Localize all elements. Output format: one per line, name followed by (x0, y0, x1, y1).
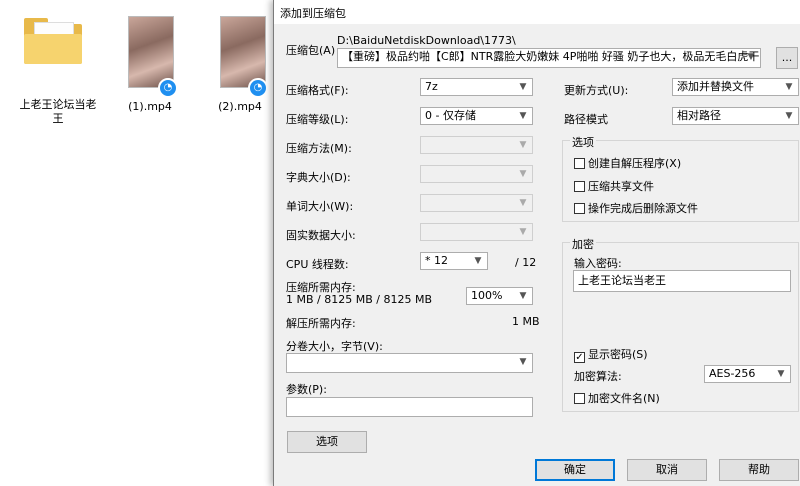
format-value: 7z (425, 80, 438, 93)
solid-label: 固实数据大小: (286, 229, 356, 242)
shared-files-checkbox[interactable]: 压缩共享文件 (574, 178, 654, 194)
password-value: 上老王论坛当老王 (578, 274, 666, 287)
mem-percent-value: 100% (471, 289, 503, 302)
decomp-value: 1 MB (512, 315, 540, 328)
chevron-down-icon: ▼ (519, 111, 527, 121)
sfx-checkbox[interactable]: 创建自解压程序(X) (574, 155, 681, 171)
chevron-down-icon: ▼ (519, 169, 527, 179)
encrypt-names-checkbox[interactable]: 加密文件名(N) (574, 390, 660, 406)
word-label: 单词大小(W): (286, 200, 354, 213)
chevron-down-icon: ▼ (519, 82, 527, 92)
split-label: 分卷大小，字节(V): (286, 340, 383, 353)
archive-name-combo[interactable]: 【重磅】极品约啪【C郎】NTR露脸大奶嫩妹 4P啪啪 好骚 奶子也大，极品无毛白… (337, 48, 761, 68)
encryption-group-title: 加密 (570, 236, 596, 252)
chevron-down-icon: ▼ (785, 111, 793, 121)
encrypt-names-label: 加密文件名(N) (588, 392, 660, 405)
chevron-down-icon: ▼ (474, 256, 482, 266)
archive-name-value: 【重磅】极品约啪【C郎】NTR露脸大奶嫩妹 4P啪啪 好骚 奶子也大，极品无毛白… (342, 50, 761, 63)
chevron-down-icon: ▼ (785, 82, 793, 92)
archive-label: 压缩包(A) (286, 44, 336, 57)
chevron-down-icon: ▼ (777, 369, 785, 379)
path-mode-label: 路径模式 (564, 113, 608, 126)
update-select[interactable]: 添加并替换文件 ▼ (672, 78, 799, 96)
desktop-video-2[interactable]: ◔ (2).mp4 (210, 14, 270, 114)
level-label: 压缩等级(L): (286, 113, 349, 126)
show-password-label: 显示密码(S) (588, 348, 648, 361)
solid-select: ▼ (420, 223, 533, 241)
algo-value: AES-256 (709, 367, 756, 380)
folder-icon (24, 16, 82, 64)
password-input[interactable]: 上老王论坛当老王 (573, 270, 791, 292)
check-icon: ✓ (574, 352, 585, 363)
delete-source-checkbox[interactable]: 操作完成后删除源文件 (574, 200, 698, 216)
algo-label: 加密算法: (574, 370, 622, 383)
params-label: 参数(P): (286, 383, 327, 396)
params-input[interactable] (286, 397, 533, 417)
player-badge-icon: ◔ (158, 78, 178, 98)
method-select: ▼ (420, 136, 533, 154)
checkbox-box (574, 158, 585, 169)
video-label: (2).mp4 (218, 100, 262, 113)
dialog-titlebar[interactable]: 添加到压缩包 (274, 0, 800, 24)
dialog-title: 添加到压缩包 (280, 7, 346, 20)
password-label: 输入密码: (574, 257, 622, 270)
cpu-value: * 12 (425, 254, 448, 267)
video-label: (1).mp4 (128, 100, 172, 113)
mem-values: 1 MB / 8125 MB / 8125 MB (286, 293, 432, 306)
cancel-button[interactable]: 取消 (627, 459, 707, 481)
update-value: 添加并替换文件 (677, 80, 754, 93)
delete-source-label: 操作完成后删除源文件 (588, 202, 698, 215)
word-select: ▼ (420, 194, 533, 212)
decomp-label: 解压所需内存: (286, 317, 356, 330)
help-button[interactable]: 帮助 (719, 459, 799, 481)
cpu-total: / 12 (515, 256, 537, 269)
desktop-folder[interactable]: 上老王论坛当老王 (18, 14, 98, 125)
update-label: 更新方式(U): (564, 84, 629, 97)
chevron-down-icon: ▼ (519, 140, 527, 150)
split-combo[interactable]: ▼ (286, 353, 533, 373)
algo-select[interactable]: AES-256 ▼ (704, 365, 791, 383)
format-label: 压缩格式(F): (286, 84, 349, 97)
sfx-label: 创建自解压程序(X) (588, 157, 682, 170)
options-group-title: 选项 (570, 134, 596, 150)
level-select[interactable]: 0 - 仅存储 ▼ (420, 107, 533, 125)
method-label: 压缩方法(M): (286, 142, 352, 155)
browse-button[interactable]: ... (776, 47, 798, 69)
format-select[interactable]: 7z ▼ (420, 78, 533, 96)
path-mode-select[interactable]: 相对路径 ▼ (672, 107, 799, 125)
checkbox-box (574, 181, 585, 192)
checkbox-box (574, 203, 585, 214)
cpu-label: CPU 线程数: (286, 258, 349, 271)
folder-label: 上老王论坛当老王 (19, 98, 97, 125)
level-value: 0 - 仅存储 (425, 109, 476, 122)
cpu-select[interactable]: * 12 ▼ (420, 252, 488, 270)
add-to-archive-dialog: 添加到压缩包 压缩包(A) D:\BaiduNetdiskDownload\17… (273, 0, 800, 486)
dict-label: 字典大小(D): (286, 171, 351, 184)
chevron-down-icon: ▼ (519, 357, 527, 367)
player-badge-icon: ◔ (248, 78, 268, 98)
archive-path: D:\BaiduNetdiskDownload\1773\ (337, 34, 516, 47)
path-mode-value: 相对路径 (677, 109, 721, 122)
mem-percent-select[interactable]: 100% ▼ (466, 287, 533, 305)
chevron-down-icon: ▼ (519, 198, 527, 208)
chevron-down-icon: ▼ (519, 227, 527, 237)
dict-select: ▼ (420, 165, 533, 183)
chevron-down-icon: ▼ (519, 291, 527, 301)
show-password-checkbox[interactable]: ✓ 显示密码(S) (574, 346, 648, 363)
chevron-down-icon: ▼ (747, 52, 755, 62)
options-button[interactable]: 选项 (287, 431, 367, 453)
ok-button[interactable]: 确定 (535, 459, 615, 481)
shared-files-label: 压缩共享文件 (588, 180, 654, 193)
desktop-video-1[interactable]: ◔ (1).mp4 (120, 14, 180, 114)
checkbox-box (574, 393, 585, 404)
